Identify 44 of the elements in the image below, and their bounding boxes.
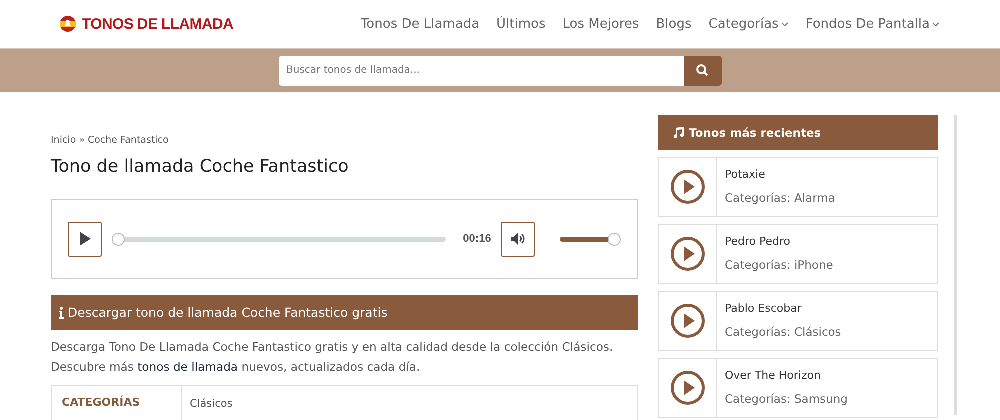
nav-link[interactable]: Blogs bbox=[656, 16, 692, 32]
nav-link[interactable]: Fondos De Pantalla bbox=[806, 16, 940, 32]
play-icon bbox=[78, 232, 91, 246]
play-button[interactable] bbox=[68, 222, 102, 256]
time-display: 00:16 bbox=[463, 233, 492, 245]
ringtone-category: Categorías: Alarma bbox=[725, 191, 836, 205]
progress-thumb[interactable] bbox=[112, 232, 126, 246]
search-icon bbox=[696, 64, 709, 77]
play-circle-icon[interactable] bbox=[670, 370, 706, 406]
banner-text: Descargar tono de llamada Coche Fantastico gratis bbox=[68, 305, 388, 320]
chevron-down-icon bbox=[780, 22, 789, 26]
play-circle-icon[interactable] bbox=[670, 236, 706, 272]
ringtone-category: Categorías: Clásicos bbox=[725, 325, 842, 339]
breadcrumb-link[interactable]: Inicio bbox=[51, 135, 76, 146]
info-icon bbox=[59, 306, 64, 318]
search-field[interactable]: Buscar tonos de llamada... bbox=[278, 56, 684, 86]
breadcrumb-separator: » bbox=[79, 135, 85, 146]
nav-link[interactable]: Los Mejores bbox=[562, 16, 640, 32]
search-button[interactable] bbox=[684, 56, 722, 86]
page-title: Tono de llamada Coche Fantastico bbox=[51, 157, 350, 177]
ringtone-name[interactable]: Over The Horizon bbox=[725, 369, 848, 382]
music-note-icon bbox=[673, 127, 684, 138]
volume-button[interactable] bbox=[501, 222, 536, 256]
breadcrumb-link[interactable]: Coche Fantastico bbox=[88, 135, 169, 146]
play-circle-icon[interactable] bbox=[670, 303, 706, 339]
ringtone-name[interactable]: Potaxie bbox=[725, 168, 836, 181]
chevron-down-icon bbox=[932, 22, 940, 26]
ringtone-category: Categorías: Samsung bbox=[725, 392, 848, 406]
logo-icon bbox=[60, 16, 76, 32]
play-circle-icon[interactable] bbox=[670, 169, 706, 205]
nav-link[interactable]: Tonos De Llamada bbox=[360, 16, 480, 32]
table-label: CATEGORÍAS bbox=[52, 386, 182, 420]
ringtone-category: Categorías: iPhone bbox=[725, 258, 834, 272]
nav-link[interactable]: Categorías bbox=[708, 16, 789, 32]
ringtones-link[interactable]: tonos de llamada bbox=[138, 360, 238, 374]
table-cell-text: Clásicos bbox=[189, 397, 234, 412]
sidebar-title: Tonos más recientes bbox=[689, 126, 822, 140]
nav-link[interactable]: Últimos bbox=[496, 16, 546, 32]
ringtone-name[interactable]: Pedro Pedro bbox=[725, 235, 834, 248]
ringtone-name[interactable]: Pablo Escobar bbox=[725, 302, 842, 315]
volume-thumb[interactable] bbox=[608, 232, 621, 246]
description-text: Descarga Tono De Llamada Coche Fantastico gratis y en alta calidad desde la colección Clásicos. Descubre más tonos de llamada nuevos, actualizados cada día. bbox=[51, 339, 614, 376]
logo-text[interactable]: TONOS DE LLAMADA bbox=[82, 16, 234, 32]
speaker-icon bbox=[510, 233, 526, 245]
